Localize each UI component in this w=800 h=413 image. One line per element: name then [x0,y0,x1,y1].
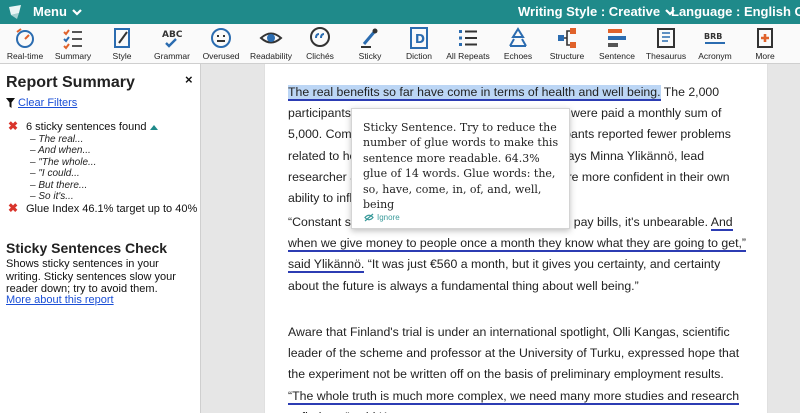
close-icon[interactable]: × [185,72,193,87]
overused-icon [211,28,231,48]
glue-index-label: Glue Index 46.1% target up to 40% [26,203,198,215]
tool-echoes[interactable]: Echoes [493,24,543,64]
caret-up-icon[interactable] [150,124,159,130]
tool-structure[interactable]: Structure [542,24,592,64]
sticky-sentences-result[interactable]: ✖ 6 sticky sentences found – The real... … [8,119,198,202]
sentence-icon [608,29,626,47]
sticky-sentence[interactable]: “The whole truth is much more complex, w… [288,388,740,413]
app-logo-icon [9,5,21,19]
writing-style-label: Writing Style : Creative [518,4,661,19]
error-x-icon: ✖ [8,201,19,215]
tool-style[interactable]: Style [97,24,147,64]
report-title: Report Summary [6,74,135,91]
ignore-button[interactable]: Ignore [364,213,400,222]
quote-bubble-icon [310,27,330,47]
menu-label: Menu [33,4,67,19]
sticky-icon [361,28,378,48]
tool-summary[interactable]: Summary [48,24,98,64]
tool-sticky[interactable]: Sticky [345,24,395,64]
grammar-icon: ABC [162,30,183,48]
summary-icon [63,29,82,50]
section-description: Shows sticky sentences in your writing. … [6,258,176,295]
list-item[interactable]: – "The whole... [30,157,198,168]
tool-more[interactable]: More [740,24,790,64]
tool-sentence[interactable]: Sentence [592,24,642,64]
tool-diction[interactable]: D Diction [394,24,444,64]
highlighted-sticky-sentence[interactable]: The real benefits so far have come in te… [288,85,661,101]
tool-acronym[interactable]: BRB Acronym [690,24,740,64]
style-icon [114,28,130,48]
paragraph-3: Aware that Finland's trial is under an i… [288,322,750,413]
sticky-sentence-popup: Sticky Sentence. Try to reduce the numbe… [351,108,570,229]
language-dropdown[interactable]: Language : English Genera [671,4,800,19]
svg-text:D: D [415,32,425,46]
report-toolbar: Real-time Summary Style ABC Grammar Over… [0,24,800,64]
tool-all-repeats[interactable]: All Repeats [443,24,493,64]
ignore-icon [364,213,374,222]
svg-text:ABC: ABC [162,30,183,40]
sticky-sentence-list: – The real... – And when... – "The whole… [30,134,198,202]
plus-doc-icon [757,28,773,48]
realtime-icon [16,28,34,48]
list-item[interactable]: – "I could... [30,168,198,179]
recycle-icon [509,27,527,47]
structure-icon [558,28,576,48]
top-bar: Menu Writing Style : Creative Language :… [0,0,800,24]
svg-text:BRB: BRB [704,32,722,41]
report-sidebar: Report Summary × Clear Filters ✖ 6 sticky… [0,64,201,413]
popup-text: Sticky Sentence. Try to reduce the numbe… [363,121,559,212]
tool-realtime[interactable]: Real-time [0,24,50,64]
menu-button[interactable]: Menu [33,4,83,19]
tool-overused[interactable]: Overused [196,24,246,64]
list-icon [459,30,477,46]
tool-cliches[interactable]: Clichés [295,24,345,64]
writing-style-dropdown[interactable]: Writing Style : Creative [518,4,676,19]
list-item[interactable]: – And when... [30,145,198,156]
eye-icon [259,32,283,44]
clear-filters[interactable]: Clear Filters [6,97,77,109]
chevron-down-icon [72,8,82,16]
list-item[interactable]: – But there... [30,180,198,191]
list-item[interactable]: – So it's... [30,191,198,202]
filter-icon [6,98,15,108]
ignore-label: Ignore [377,213,400,222]
book-icon [657,28,675,48]
acronym-icon: BRB [704,32,725,44]
section-title: Sticky Sentences Check [6,240,168,256]
sticky-found-label: 6 sticky sentences found [26,121,147,133]
error-x-icon: ✖ [8,119,19,133]
tool-readability[interactable]: Readability [246,24,296,64]
tool-grammar[interactable]: ABC Grammar [147,24,197,64]
tool-thesaurus[interactable]: Thesaurus [641,24,691,64]
glue-index-result: ✖ Glue Index 46.1% target up to 40% [8,202,198,216]
more-about-report-link[interactable]: More about this report [6,294,114,306]
diction-icon: D [410,27,428,49]
clear-filters-link[interactable]: Clear Filters [18,97,77,109]
list-item[interactable]: – The real... [30,134,198,145]
